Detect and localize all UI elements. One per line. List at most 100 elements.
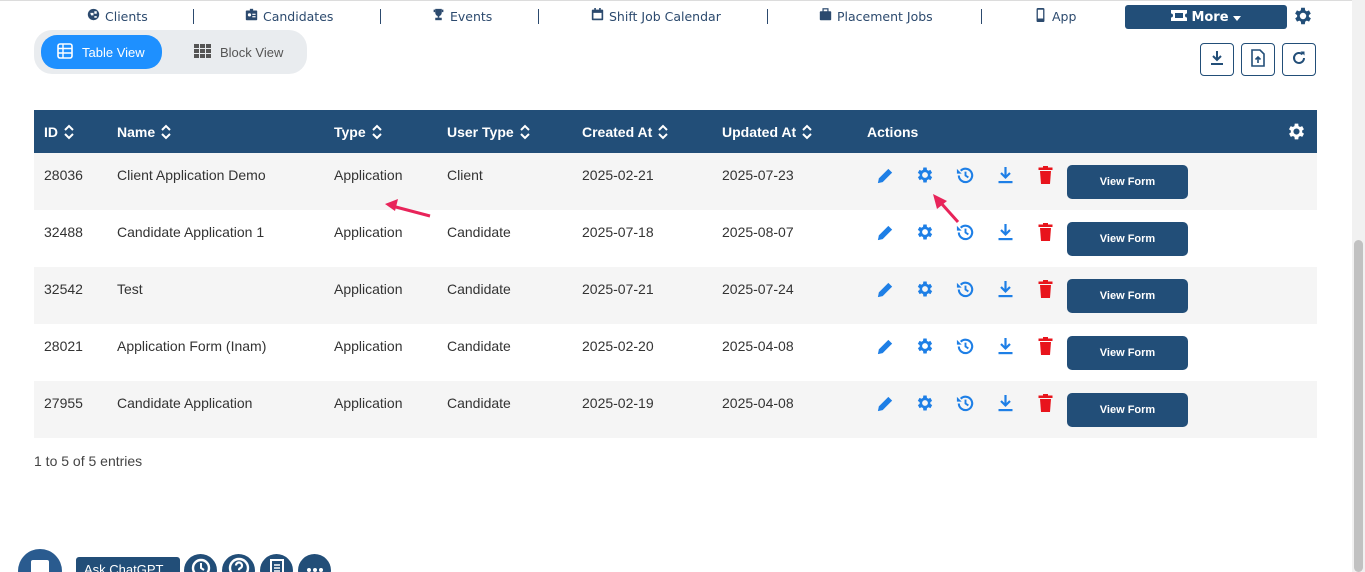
table-view-button[interactable]: Table View: [41, 35, 162, 69]
cell-name: Application Form (Inam): [117, 338, 267, 354]
sort-icon: [802, 124, 812, 139]
trash-icon[interactable]: [1034, 392, 1056, 414]
download-icon[interactable]: [994, 278, 1016, 300]
cell-name: Test: [117, 281, 143, 297]
column-settings-gear-icon[interactable]: [1286, 121, 1307, 142]
settings-gear-icon[interactable]: [914, 278, 936, 300]
table-view-label: Table View: [82, 44, 145, 60]
grid-icon: [194, 43, 211, 61]
edit-pencil-icon[interactable]: [874, 392, 896, 414]
view-form-button[interactable]: View Form: [1067, 393, 1188, 427]
nav-divider: [380, 9, 381, 24]
sort-icon: [64, 124, 74, 139]
top-navigation: Clients Candidates Events Shift Job Cale…: [0, 0, 1352, 29]
nav-item-placement-jobs[interactable]: Placement Jobs: [818, 5, 933, 27]
cell-id: 28036: [44, 167, 83, 183]
history-icon[interactable]: [954, 335, 976, 357]
cell-id: 32488: [44, 224, 83, 240]
download-icon[interactable]: [994, 392, 1016, 414]
header-updated-at[interactable]: Updated At: [722, 110, 812, 153]
briefcase-icon: [818, 8, 832, 24]
help-widget-button[interactable]: [222, 554, 255, 572]
trash-icon[interactable]: [1034, 278, 1056, 300]
trash-icon[interactable]: [1034, 164, 1056, 186]
cell-id: 28021: [44, 338, 83, 354]
nav-label: Candidates: [263, 8, 334, 24]
nav-label: Placement Jobs: [837, 8, 933, 24]
cell-user-type: Candidate: [447, 338, 511, 354]
table-header: ID Name Type User Type Created At Update…: [34, 110, 1317, 153]
cell-id: 27955: [44, 395, 83, 411]
cell-type: Application: [334, 167, 403, 183]
nav-item-app[interactable]: App: [1033, 5, 1076, 27]
more-label: More: [1191, 9, 1229, 25]
cell-created-at: 2025-02-19: [582, 395, 654, 411]
edit-pencil-icon[interactable]: [874, 221, 896, 243]
download-icon: [1209, 50, 1225, 70]
view-form-button[interactable]: View Form: [1067, 336, 1188, 370]
block-view-button[interactable]: Block View: [178, 35, 303, 69]
sort-icon: [161, 124, 171, 139]
cell-updated-at: 2025-04-08: [722, 395, 794, 411]
ticket-icon: [1171, 9, 1188, 25]
table-row: 28036 Client Application Demo Application C…: [34, 153, 1317, 210]
clock-icon: [190, 557, 212, 572]
forms-table: ID Name Type User Type Created At Update…: [34, 110, 1317, 438]
entries-info: 1 to 5 of 5 entries: [34, 453, 143, 469]
refresh-button[interactable]: [1282, 43, 1316, 76]
history-icon[interactable]: [954, 392, 976, 414]
table-row: 27955 Candidate Application Application Can…: [34, 381, 1317, 438]
download-icon[interactable]: [994, 221, 1016, 243]
notes-widget-button[interactable]: [260, 554, 293, 572]
file-upload-icon: [1250, 48, 1266, 71]
header-actions: Actions: [867, 110, 918, 153]
scrollbar-thumb[interactable]: [1354, 240, 1363, 572]
nav-item-shift-job-calendar[interactable]: Shift Job Calendar: [590, 5, 721, 27]
download-button[interactable]: [1200, 43, 1234, 76]
cell-created-at: 2025-07-21: [582, 281, 654, 297]
download-icon[interactable]: [994, 164, 1016, 186]
header-name[interactable]: Name: [117, 110, 171, 153]
settings-gear-icon[interactable]: [914, 164, 936, 186]
nav-item-clients[interactable]: Clients: [86, 5, 148, 27]
header-user-type[interactable]: User Type: [447, 110, 530, 153]
nav-item-candidates[interactable]: Candidates: [244, 5, 333, 27]
upload-file-button[interactable]: [1241, 43, 1275, 76]
cell-user-type: Client: [447, 167, 483, 183]
more-widget-button[interactable]: [298, 554, 331, 572]
settings-gear-icon[interactable]: [1292, 5, 1314, 27]
trash-icon[interactable]: [1034, 335, 1056, 357]
edit-pencil-icon[interactable]: [874, 278, 896, 300]
trophy-icon: [431, 8, 445, 24]
cell-updated-at: 2025-07-23: [722, 167, 794, 183]
settings-gear-icon[interactable]: [914, 335, 936, 357]
header-created-at[interactable]: Created At: [582, 110, 668, 153]
chat-widget-button[interactable]: [18, 549, 62, 572]
view-form-button[interactable]: View Form: [1067, 279, 1188, 313]
ask-chatgpt-button[interactable]: Ask ChatGPT: [76, 557, 180, 572]
cell-created-at: 2025-02-21: [582, 167, 654, 183]
settings-gear-icon[interactable]: [914, 392, 936, 414]
view-form-button[interactable]: View Form: [1067, 165, 1188, 199]
cell-type: Application: [334, 338, 403, 354]
nav-item-events[interactable]: Events: [431, 5, 492, 27]
cell-updated-at: 2025-07-24: [722, 281, 794, 297]
trash-icon[interactable]: [1034, 221, 1056, 243]
more-menu-button[interactable]: More: [1125, 5, 1287, 29]
download-icon[interactable]: [994, 335, 1016, 357]
block-view-label: Block View: [220, 44, 284, 60]
sort-icon: [658, 124, 668, 139]
history-icon[interactable]: [954, 278, 976, 300]
header-type[interactable]: Type: [334, 110, 382, 153]
history-widget-button[interactable]: [184, 554, 217, 572]
header-updated-at-label: Updated At: [722, 123, 797, 140]
history-icon[interactable]: [954, 164, 976, 186]
calendar-icon: [590, 8, 604, 24]
table-row: 28021 Application Form (Inam) Application C…: [34, 324, 1317, 381]
edit-pencil-icon[interactable]: [874, 164, 896, 186]
nav-divider: [767, 9, 768, 24]
header-id[interactable]: ID: [44, 110, 74, 153]
cell-type: Application: [334, 281, 403, 297]
view-form-button[interactable]: View Form: [1067, 222, 1188, 256]
edit-pencil-icon[interactable]: [874, 335, 896, 357]
